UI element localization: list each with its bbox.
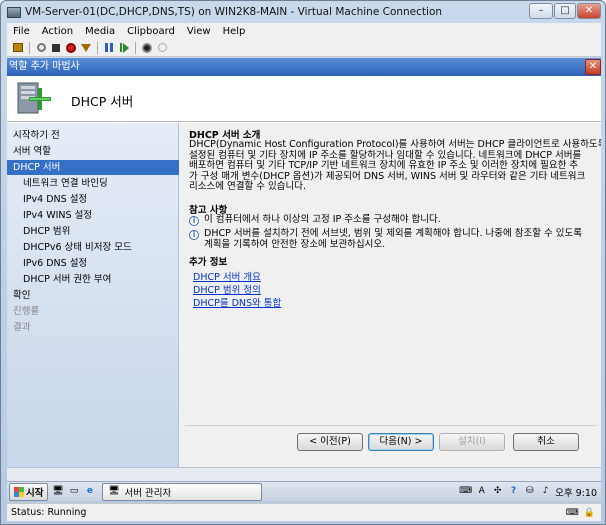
next-button[interactable]: 다음(N) > [368,433,434,451]
note-text: 이 컴퓨터에서 하나 이상의 고정 IP 주소를 구성해야 합니다. [204,214,441,225]
window-title: VM-Server-01(DC,DHCP,DNS,TS) on WIN2K8-M… [25,6,443,18]
start-icon[interactable] [34,41,48,55]
intro-line: 배포하면 컴퓨터 및 기타 TCP/IP 기반 네트워크 장치에 유효한 IP … [189,160,579,171]
status-icons: ⌨ 🔒 [566,508,601,518]
note-item: i 이 컴퓨터에서 하나 이상의 고정 IP 주소를 구성해야 합니다. [189,214,599,226]
wizard-header: DHCP 서버 [7,76,601,122]
nav-item-server-roles[interactable]: 서버 역할 [7,144,179,159]
nav-item-dhcpv6-stateless[interactable]: DHCPv6 상태 비저장 모드 [7,240,179,255]
guest-taskbar: 시작 🖥 ▭ e 🖥 서버 관리자 ⌨ A ✣ ? ⛁ ♪ 오후 9:10 [7,481,601,501]
show-desktop-icon[interactable]: ▭ [67,485,80,498]
intro-line: 리소스에 연결할 수 있습니다. [189,181,306,192]
title-bar: VM-Server-01(DC,DHCP,DNS,TS) on WIN2K8-M… [1,1,605,23]
vm-scroll-strip [7,467,601,481]
minimize-button[interactable]: – [529,3,553,19]
save-icon[interactable] [79,41,93,55]
menu-bar: File Action Media Clipboard View Help [7,23,601,39]
wizard-nav: 시작하기 전 서버 역할 DHCP 서버 네트워크 연결 바인딩 IPv4 DN… [7,123,179,467]
wizard-title-bar: 역할 추가 마법사 [7,58,601,76]
ctrl-alt-del-icon[interactable] [11,41,25,55]
keyboard-icon: ⌨ [565,507,579,518]
footer-divider [185,425,597,426]
taskbar-item-server-manager[interactable]: 🖥 서버 관리자 [102,482,263,501]
wizard-title: 역할 추가 마법사 [9,61,80,72]
nav-item-network-binding[interactable]: 네트워크 연결 바인딩 [7,176,179,191]
reset-icon[interactable] [140,41,154,55]
info-icon: i [189,216,199,226]
language-icon[interactable]: A [475,485,488,498]
help-icon[interactable]: ? [507,485,520,498]
ie-icon[interactable]: e [83,485,96,498]
input-method-icon[interactable]: ⌨ [459,485,472,498]
nav-item-dhcp-scopes[interactable]: DHCP 범위 [7,224,179,239]
taskbar-clock[interactable]: 오후 9:10 [555,485,597,499]
link-dhcp-scopes[interactable]: DHCP 범위 정의 [193,282,261,296]
intro-line: DHCP(Dynamic Host Configuration Protocol… [189,139,601,150]
status-bar: Status: Running ⌨ 🔒 [7,503,601,521]
link-dhcp-overview[interactable]: DHCP 서버 개요 [193,269,261,283]
nav-item-dhcp-authorization[interactable]: DHCP 서버 권한 부여 [7,272,179,287]
wizard-body: 시작하기 전 서버 역할 DHCP 서버 네트워크 연결 바인딩 IPv4 DN… [7,123,601,467]
nav-item-ipv6-dns[interactable]: IPv6 DNS 설정 [7,256,179,271]
nav-item-ipv4-dns[interactable]: IPv4 DNS 설정 [7,192,179,207]
note-text: DHCP 서버를 설치하기 전에 서브넷, 범위 및 제외를 계획해야 합니다.… [204,228,583,250]
nav-item-before-you-begin[interactable]: 시작하기 전 [7,128,179,143]
windows-flag-icon [14,486,24,497]
cancel-button[interactable]: 취소 [513,433,579,451]
toolbar [7,39,601,57]
nav-item-dhcp-server[interactable]: DHCP 서버 [7,160,179,175]
wizard-header-title: DHCP 서버 [71,94,134,109]
maximize-button[interactable]: □ [554,3,576,19]
intro-paragraph: DHCP(Dynamic Host Configuration Protocol… [189,139,601,193]
snapshot-icon[interactable] [155,41,169,55]
menu-clipboard[interactable]: Clipboard [121,26,181,37]
lock-icon: 🔒 [583,507,595,518]
menu-help[interactable]: Help [217,26,252,37]
server-manager-task-icon: 🖥 [108,486,120,496]
link-dhcp-dns-integration[interactable]: DHCP를 DNS와 통합 [193,295,281,309]
network-icon[interactable]: ⛁ [523,485,536,498]
wizard-close-button[interactable]: ✕ [585,59,601,75]
wizard-buttons: < 이전(P) 다음(N) > 설치(I) 취소 [297,433,597,451]
note-item: i DHCP 서버를 설치하기 전에 서브넷, 범위 및 제외를 계획해야 합니… [189,228,599,250]
system-tray: ⌨ A ✣ ? ⛁ ♪ 오후 9:10 [459,485,601,499]
vm-connection-window: VM-Server-01(DC,DHCP,DNS,TS) on WIN2K8-M… [0,0,606,525]
note-line: DHCP 서버를 설치하기 전에 서브넷, 범위 및 제외를 계획해야 합니다.… [204,228,583,239]
volume-icon[interactable]: ♪ [539,485,552,498]
nav-item-confirmation[interactable]: 확인 [7,288,179,303]
shutdown-icon[interactable] [64,41,78,55]
menu-action[interactable]: Action [36,26,79,37]
previous-button[interactable]: < 이전(P) [297,433,363,451]
server-manager-icon[interactable]: 🖥 [51,485,64,498]
start-button[interactable]: 시작 [9,482,49,501]
taskbar-item-label: 서버 관리자 [124,487,172,499]
settings-icon[interactable]: ✣ [491,485,504,498]
menu-media[interactable]: Media [79,26,121,37]
menu-file[interactable]: File [7,26,36,37]
dhcp-server-icon [17,82,51,114]
resume-icon[interactable] [117,41,131,55]
close-button[interactable]: ✕ [577,3,601,19]
info-icon: i [189,230,199,240]
menu-view[interactable]: View [181,26,217,37]
note-line: 계획을 기록하여 안전한 장소에 보관하십시오. [204,238,386,250]
nav-item-ipv4-wins[interactable]: IPv4 WINS 설정 [7,208,179,223]
wizard-content: DHCP 서버 소개 DHCP(Dynamic Host Configurati… [185,123,601,423]
install-button: 설치(I) [439,433,505,451]
turn-off-icon[interactable] [49,41,63,55]
start-label: 시작 [26,487,44,499]
nav-item-results: 결과 [13,322,31,333]
nav-item-progress: 진행률 [13,306,40,317]
guest-desktop: 역할 추가 마법사 ✕ DHCP 서버 시작하기 전 서버 역할 DHCP 서버… [7,58,601,467]
pause-icon[interactable] [102,41,116,55]
more-info-heading: 추가 정보 [189,257,228,268]
status-text: Status: Running [11,507,87,518]
vm-window-icon [7,6,21,18]
